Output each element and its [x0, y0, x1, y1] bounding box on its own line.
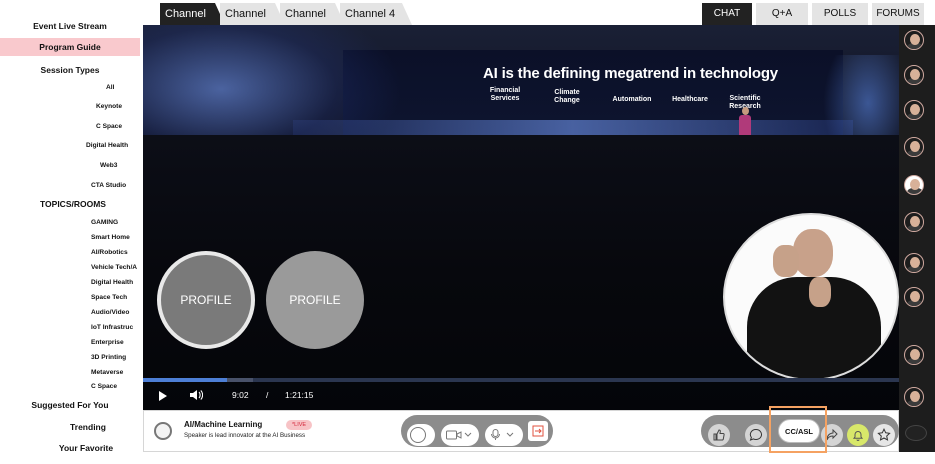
nav-topics-rooms[interactable]: TOPICS/ROOMS	[40, 199, 140, 209]
time-separator: /	[266, 390, 269, 400]
cc-asl-highlight	[769, 406, 827, 453]
notify-button[interactable]	[847, 424, 869, 446]
topic-item[interactable]: IoT Infrastruc	[91, 324, 140, 331]
camera-toggle[interactable]	[441, 424, 479, 446]
tab-polls[interactable]: POLLS	[812, 3, 868, 25]
toggle-switch[interactable]	[407, 424, 435, 446]
topic-item[interactable]: GAMING	[91, 219, 143, 226]
nav-your-favorite[interactable]: Your Favorite	[16, 443, 156, 453]
thumbs-up-icon	[713, 429, 725, 441]
microphone-icon	[491, 429, 514, 440]
attendee-avatar[interactable]	[904, 175, 924, 195]
app-root: Event Live Stream Program Guide Session …	[0, 0, 935, 464]
attendee-avatar[interactable]	[904, 30, 924, 50]
topic-item[interactable]: Smart Home	[91, 234, 143, 241]
nav-session-types[interactable]: Session Types	[0, 65, 140, 75]
profile-bubble[interactable]: PROFILE	[266, 251, 364, 349]
session-item-c-space[interactable]: C Space	[96, 123, 148, 130]
profile-bubble[interactable]: PROFILE	[157, 251, 255, 349]
stream-info-bar: AI/Machine Learning *LIVE Speaker is lea…	[143, 406, 899, 453]
play-icon[interactable]	[159, 391, 167, 401]
asl-interpreter-video	[723, 213, 899, 381]
live-badge: *LIVE	[286, 420, 313, 430]
nav-trending[interactable]: Trending	[18, 422, 158, 432]
share-arrow-icon	[826, 429, 838, 441]
tab-channel-1[interactable]: Channel 1	[160, 3, 225, 42]
current-time: 9:02	[232, 390, 249, 400]
attendee-avatar[interactable]	[904, 100, 924, 120]
topic-item[interactable]: 3D Printing	[91, 354, 143, 361]
attendee-avatar[interactable]	[904, 65, 924, 85]
progress-played	[143, 378, 227, 382]
duration: 1:21:15	[285, 390, 314, 400]
video-player[interactable]: AI is the defining megatrend in technolo…	[143, 25, 899, 410]
topic-item[interactable]: AI/Robotics	[91, 249, 143, 256]
media-controls	[401, 415, 553, 447]
attendee-avatar[interactable]	[904, 387, 924, 407]
tab-channel-4[interactable]: Channel 4	[340, 3, 412, 25]
star-icon	[877, 428, 891, 441]
tab-qa[interactable]: Q+A	[756, 3, 808, 25]
attendee-avatars	[899, 25, 935, 452]
session-item-keynote[interactable]: Keynote	[96, 103, 148, 110]
slide-category: Healthcare	[672, 96, 708, 103]
tab-channel-2[interactable]: Channel 2	[220, 3, 285, 42]
bell-icon	[852, 431, 864, 441]
microphone-toggle[interactable]	[485, 424, 523, 446]
sidebar: Event Live Stream Program Guide Session …	[0, 0, 140, 464]
topic-item[interactable]: C Space	[91, 383, 143, 390]
attendee-avatar[interactable]	[904, 212, 924, 232]
leave-button[interactable]	[528, 421, 548, 441]
host-avatar[interactable]	[154, 422, 172, 440]
topic-item[interactable]: Audio/Video	[91, 309, 143, 316]
comment-button[interactable]	[745, 424, 767, 446]
chat-bubble-icon	[749, 428, 762, 441]
volume-icon[interactable]	[189, 389, 203, 401]
progress-bar[interactable]	[143, 378, 899, 382]
stream-subtitle: Speaker is lead innovator at the AI Busi…	[184, 432, 306, 439]
session-item-cta-studio[interactable]: CTA Studio	[91, 182, 143, 189]
nav-event-live-stream[interactable]: Event Live Stream	[0, 21, 140, 31]
slide-category: Financial Services	[489, 87, 521, 102]
topic-item[interactable]: Vehicle Tech/A	[91, 264, 140, 271]
slide-headline: AI is the defining megatrend in technolo…	[483, 65, 778, 82]
tab-chat[interactable]: CHAT	[702, 3, 752, 25]
camera-icon	[446, 430, 472, 440]
nav-suggested[interactable]: Suggested For You	[0, 400, 140, 410]
exit-icon	[532, 425, 544, 437]
favorite-button[interactable]	[873, 424, 895, 446]
topic-item[interactable]: Metaverse	[91, 369, 143, 376]
nav-program-guide[interactable]: Program Guide	[0, 38, 140, 56]
topic-item[interactable]: Space Tech	[91, 294, 143, 301]
slide-category: Climate Change	[554, 89, 580, 104]
session-item-digital-health[interactable]: Digital Health	[86, 142, 138, 149]
tab-forums[interactable]: FORUMS	[872, 3, 924, 25]
stream-title: AI/Machine Learning	[184, 420, 263, 429]
topic-item[interactable]: Enterprise	[91, 339, 143, 346]
attendee-avatar[interactable]	[904, 345, 924, 365]
attendee-avatar[interactable]	[905, 425, 927, 441]
attendee-avatar[interactable]	[904, 137, 924, 157]
like-button[interactable]	[708, 424, 730, 446]
attendee-avatar[interactable]	[904, 287, 924, 307]
tab-channel-3[interactable]: Channel 3	[280, 3, 345, 42]
slide-category: Automation	[612, 96, 652, 103]
topic-item[interactable]: Digital Health	[91, 279, 140, 286]
attendee-avatar[interactable]	[904, 253, 924, 273]
